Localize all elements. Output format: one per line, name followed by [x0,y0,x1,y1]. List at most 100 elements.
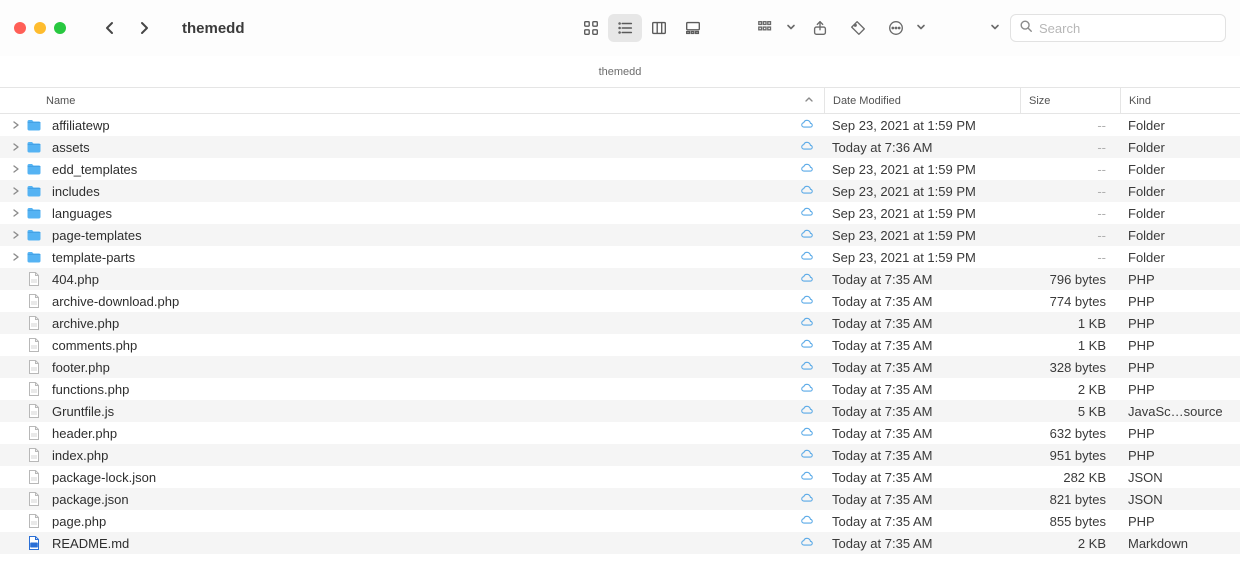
file-date: Today at 7:35 AM [824,360,1020,375]
file-kind: PHP [1120,294,1240,309]
file-kind: Folder [1120,184,1240,199]
close-window-button[interactable] [14,22,26,34]
file-date: Today at 7:35 AM [824,382,1020,397]
file-kind: Folder [1120,118,1240,133]
list-view-button[interactable] [608,14,642,42]
gallery-view-button[interactable] [676,14,710,42]
file-date: Today at 7:35 AM [824,316,1020,331]
file-row[interactable]: header.phpToday at 7:35 AM632 bytesPHP [0,422,1240,444]
icloud-status-icon [800,139,814,156]
file-icon [26,381,42,397]
action-menu-button[interactable] [882,14,910,42]
file-date: Sep 23, 2021 at 1:59 PM [824,184,1020,199]
file-row[interactable]: Gruntfile.jsToday at 7:35 AM5 KBJavaSc…s… [0,400,1240,422]
disclosure-triangle[interactable] [10,187,22,195]
file-name: page-templates [52,228,142,243]
file-size: 2 KB [1020,382,1120,397]
file-date: Today at 7:35 AM [824,536,1020,551]
icloud-status-icon [800,205,814,222]
file-row[interactable]: README.mdToday at 7:35 AM2 KBMarkdown [0,532,1240,554]
file-date: Today at 7:35 AM [824,514,1020,529]
column-header-date[interactable]: Date Modified [824,88,1020,113]
folder-icon [26,117,42,133]
file-kind: PHP [1120,426,1240,441]
file-row[interactable]: includesSep 23, 2021 at 1:59 PM--Folder [0,180,1240,202]
icloud-status-icon [800,161,814,178]
file-date: Today at 7:35 AM [824,338,1020,353]
file-name: README.md [52,536,129,551]
column-header-name[interactable]: Name [0,95,824,107]
icloud-status-icon [800,337,814,354]
file-size: -- [1020,118,1120,133]
file-name: comments.php [52,338,137,353]
folder-icon [26,161,42,177]
search-icon [1019,19,1033,38]
file-row[interactable]: page.phpToday at 7:35 AM855 bytesPHP [0,510,1240,532]
column-view-button[interactable] [642,14,676,42]
path-label: themedd [599,66,642,78]
file-size: 282 KB [1020,470,1120,485]
folder-icon [26,183,42,199]
icon-view-button[interactable] [574,14,608,42]
disclosure-triangle[interactable] [10,253,22,261]
file-icon [26,469,42,485]
share-button[interactable] [806,14,834,42]
file-row[interactable]: page-templatesSep 23, 2021 at 1:59 PM--F… [0,224,1240,246]
file-name: package.json [52,492,129,507]
file-row[interactable]: archive.phpToday at 7:35 AM1 KBPHP [0,312,1240,334]
file-size: 5 KB [1020,404,1120,419]
minimize-window-button[interactable] [34,22,46,34]
column-header-kind[interactable]: Kind [1120,88,1240,113]
file-row[interactable]: languagesSep 23, 2021 at 1:59 PM--Folder [0,202,1240,224]
search-input[interactable] [1039,21,1217,36]
file-name: affiliatewp [52,118,110,133]
file-date: Today at 7:35 AM [824,492,1020,507]
disclosure-triangle[interactable] [10,143,22,151]
file-row[interactable]: affiliatewpSep 23, 2021 at 1:59 PM--Fold… [0,114,1240,136]
file-icon [26,337,42,353]
folder-icon [26,249,42,265]
file-row[interactable]: package-lock.jsonToday at 7:35 AM282 KBJ… [0,466,1240,488]
file-name: functions.php [52,382,129,397]
file-icon [26,425,42,441]
file-size: 796 bytes [1020,272,1120,287]
disclosure-triangle[interactable] [10,209,22,217]
folder-icon [26,227,42,243]
file-row[interactable]: assetsToday at 7:36 AM--Folder [0,136,1240,158]
file-row[interactable]: template-partsSep 23, 2021 at 1:59 PM--F… [0,246,1240,268]
file-row[interactable]: comments.phpToday at 7:35 AM1 KBPHP [0,334,1240,356]
view-switcher [574,14,710,42]
file-date: Sep 23, 2021 at 1:59 PM [824,228,1020,243]
file-icon [26,293,42,309]
back-button[interactable] [102,20,118,36]
file-kind: PHP [1120,272,1240,287]
file-size: 855 bytes [1020,514,1120,529]
icloud-status-icon [800,535,814,552]
file-size: -- [1020,184,1120,199]
column-header-size[interactable]: Size [1020,88,1120,113]
file-kind: JSON [1120,470,1240,485]
file-row[interactable]: archive-download.phpToday at 7:35 AM774 … [0,290,1240,312]
file-name: template-parts [52,250,135,265]
disclosure-triangle[interactable] [10,121,22,129]
file-size: -- [1020,140,1120,155]
tags-button[interactable] [844,14,872,42]
file-row[interactable]: functions.phpToday at 7:35 AM2 KBPHP [0,378,1240,400]
file-row[interactable]: footer.phpToday at 7:35 AM328 bytesPHP [0,356,1240,378]
disclosure-triangle[interactable] [10,231,22,239]
file-row[interactable]: edd_templatesSep 23, 2021 at 1:59 PM--Fo… [0,158,1240,180]
fullscreen-window-button[interactable] [54,22,66,34]
forward-button[interactable] [136,20,152,36]
file-date: Today at 7:36 AM [824,140,1020,155]
icloud-status-icon [800,469,814,486]
file-kind: PHP [1120,514,1240,529]
file-row[interactable]: package.jsonToday at 7:35 AM821 bytesJSO… [0,488,1240,510]
group-by-button[interactable] [752,14,780,42]
icloud-status-icon [800,315,814,332]
file-kind: Folder [1120,140,1240,155]
disclosure-triangle[interactable] [10,165,22,173]
file-row[interactable]: index.phpToday at 7:35 AM951 bytesPHP [0,444,1240,466]
search-box[interactable] [1010,14,1226,42]
nav-arrows [102,20,152,36]
file-row[interactable]: 404.phpToday at 7:35 AM796 bytesPHP [0,268,1240,290]
